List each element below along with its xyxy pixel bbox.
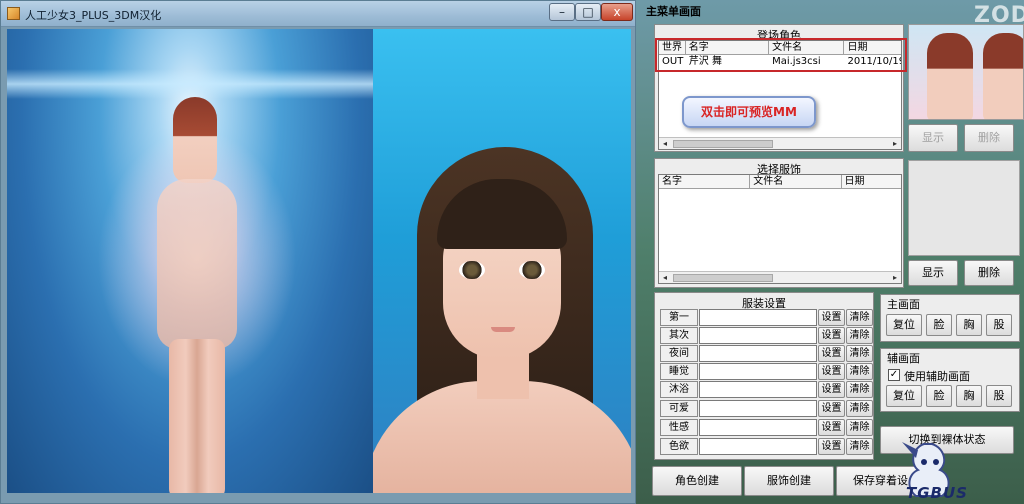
sub-reset-button[interactable]: 复位 [886, 385, 922, 407]
character-mouth [491, 327, 515, 332]
outfit-slot-label: 沐浴 [660, 381, 698, 398]
create-character-button[interactable]: 角色创建 [652, 466, 742, 496]
outfit-set-button[interactable]: 设置 [818, 327, 845, 344]
outfit-set-button[interactable]: 设置 [818, 345, 845, 362]
outfit-slot-label: 其次 [660, 327, 698, 344]
use-sub-screen-label[interactable]: 使用辅助画面 [904, 368, 970, 384]
character-show-button[interactable]: 显示 [908, 124, 958, 152]
use-sub-screen-checkbox[interactable]: ✓ [888, 369, 900, 381]
scroll-thumb[interactable] [673, 140, 773, 148]
col-date[interactable]: 日期 [842, 175, 902, 188]
thumbnail-figure [927, 33, 973, 119]
character-figure-body [157, 179, 237, 349]
characters-scrollbar[interactable]: ◂ ▸ [659, 137, 901, 149]
character-figure-head [173, 97, 217, 183]
outfit-slot-label: 性感 [660, 419, 698, 436]
main-screen-label: 主画面 [887, 298, 920, 311]
character-eye-right [519, 261, 545, 279]
main-chest-button[interactable]: 胸 [956, 314, 982, 336]
outfit-clear-button[interactable]: 清除 [846, 309, 873, 326]
costume-show-button[interactable]: 显示 [908, 260, 958, 286]
thumbnail-figure [983, 33, 1023, 119]
outfit-slot-field [699, 419, 817, 436]
scroll-right-icon[interactable]: ▸ [890, 273, 900, 283]
minimize-button[interactable]: – [549, 3, 575, 21]
sub-viewport[interactable] [373, 29, 631, 493]
scroll-right-icon[interactable]: ▸ [890, 139, 900, 149]
outfit-slot-label: 第一 [660, 309, 698, 326]
game-title-bar[interactable]: 人工少女3_PLUS_3DM汉化 – □ x [1, 1, 635, 27]
outfit-slot-field [699, 327, 817, 344]
outfit-slot-field [699, 309, 817, 326]
character-eye-left [459, 261, 485, 279]
costumes-scrollbar[interactable]: ◂ ▸ [659, 271, 901, 283]
scroll-left-icon[interactable]: ◂ [660, 139, 670, 149]
costume-delete-button[interactable]: 删除 [964, 260, 1014, 286]
maximize-button[interactable]: □ [575, 3, 601, 21]
main-reset-button[interactable]: 复位 [886, 314, 922, 336]
outfit-set-button[interactable]: 设置 [818, 309, 845, 326]
costume-preview [908, 160, 1020, 256]
outfit-slot-field [699, 345, 817, 362]
character-thumbnail [908, 24, 1024, 120]
window-title: 人工少女3_PLUS_3DM汉化 [25, 9, 162, 22]
outfit-set-button[interactable]: 设置 [818, 419, 845, 436]
create-costume-button[interactable]: 服饰创建 [744, 466, 834, 496]
sub-chest-button[interactable]: 胸 [956, 385, 982, 407]
outfit-set-button[interactable]: 设置 [818, 438, 845, 455]
character-highlight-box [655, 38, 907, 72]
main-face-button[interactable]: 脸 [926, 314, 952, 336]
preview-callout: 双击即可预览MM [682, 96, 816, 128]
panel-title: 主菜单画面 [646, 5, 701, 18]
character-delete-button[interactable]: 删除 [964, 124, 1014, 152]
costumes-list-header: 名字 文件名 日期 [659, 175, 901, 189]
sub-face-button[interactable]: 脸 [926, 385, 952, 407]
costumes-list[interactable]: 名字 文件名 日期 ◂ ▸ [658, 174, 902, 284]
outfit-slot-label: 可爱 [660, 400, 698, 417]
sub-hips-button[interactable]: 股 [986, 385, 1012, 407]
outfit-slot-label: 色欲 [660, 438, 698, 455]
outfit-clear-button[interactable]: 清除 [846, 419, 873, 436]
outfit-clear-button[interactable]: 清除 [846, 345, 873, 362]
outfit-set-button[interactable]: 设置 [818, 381, 845, 398]
outfit-clear-button[interactable]: 清除 [846, 381, 873, 398]
close-button[interactable]: x [601, 3, 633, 21]
water-surface [7, 69, 373, 99]
outfit-slot-label: 睡觉 [660, 363, 698, 380]
main-viewport[interactable] [7, 29, 373, 493]
game-window: 人工少女3_PLUS_3DM汉化 – □ x [0, 0, 636, 504]
outfit-set-button[interactable]: 设置 [818, 400, 845, 417]
outfit-clear-button[interactable]: 清除 [846, 438, 873, 455]
outfit-slot-field [699, 400, 817, 417]
outfit-set-button[interactable]: 设置 [818, 363, 845, 380]
scroll-left-icon[interactable]: ◂ [660, 273, 670, 283]
outfit-slot-field [699, 363, 817, 380]
scroll-thumb[interactable] [673, 274, 773, 282]
tgbus-logo-text: TGBUS [906, 484, 968, 502]
outfit-slot-field [699, 381, 817, 398]
outfit-slot-field [699, 438, 817, 455]
sub-screen-label: 辅画面 [887, 352, 920, 365]
character-figure-legs [169, 339, 225, 493]
app-icon [7, 7, 20, 20]
outfit-clear-button[interactable]: 清除 [846, 363, 873, 380]
col-file[interactable]: 文件名 [750, 175, 842, 188]
col-name[interactable]: 名字 [659, 175, 751, 188]
outfit-clear-button[interactable]: 清除 [846, 400, 873, 417]
main-hips-button[interactable]: 股 [986, 314, 1012, 336]
outfit-slot-label: 夜间 [660, 345, 698, 362]
outfit-clear-button[interactable]: 清除 [846, 327, 873, 344]
